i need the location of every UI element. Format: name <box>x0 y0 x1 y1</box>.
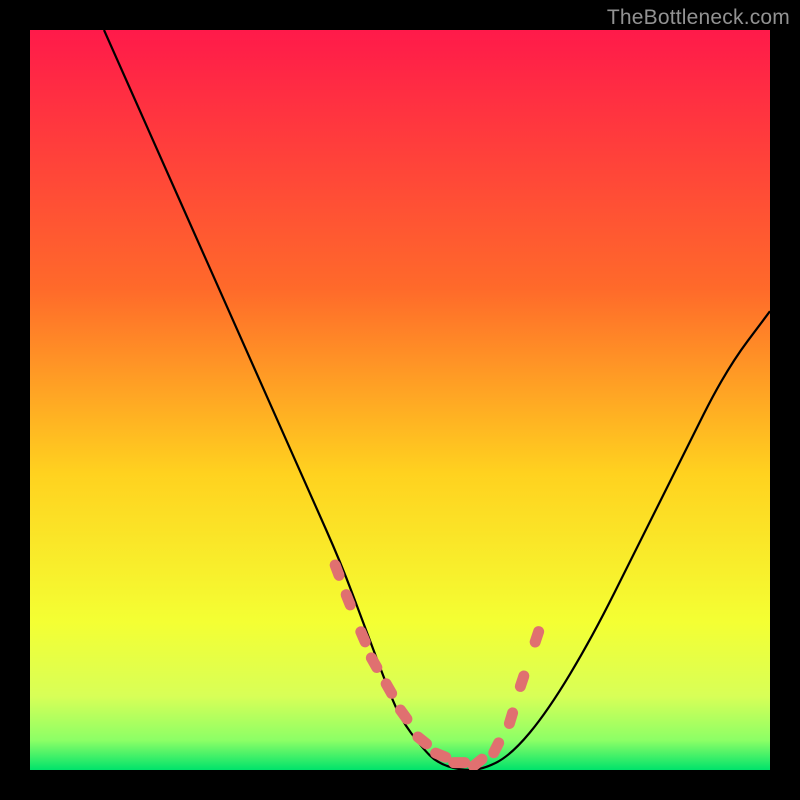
curve-marker <box>448 757 470 768</box>
bottleneck-chart <box>30 30 770 770</box>
gradient-background <box>30 30 770 770</box>
chart-plot-area <box>30 30 770 770</box>
attribution-label: TheBottleneck.com <box>607 6 790 30</box>
